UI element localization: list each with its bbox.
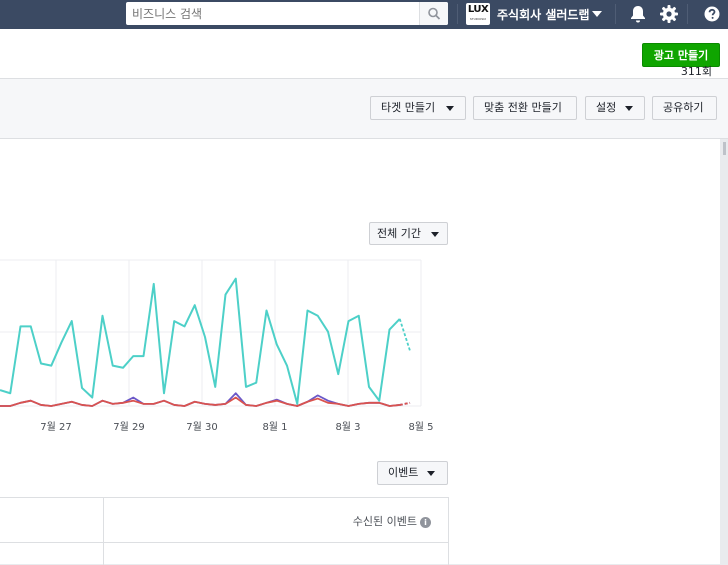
create-custom-conversion-label: 맞춤 전환 만들기 bbox=[484, 101, 562, 114]
create-target-button[interactable]: 타겟 만들기 bbox=[370, 96, 466, 120]
search-input[interactable] bbox=[126, 2, 422, 25]
chevron-down-icon bbox=[625, 106, 633, 111]
row-divider bbox=[0, 542, 448, 543]
share-button[interactable]: 공유하기 bbox=[652, 96, 717, 120]
share-label: 공유하기 bbox=[663, 101, 704, 114]
events-line-chart: 7월 27 7월 29 7월 30 8월 1 8월 3 8월 5 bbox=[0, 259, 434, 433]
bell-icon[interactable] bbox=[628, 4, 648, 24]
chevron-down-icon[interactable] bbox=[592, 11, 602, 17]
logo-subtext: STUDIOSIX bbox=[469, 17, 487, 21]
chevron-down-icon bbox=[431, 232, 439, 237]
settings-label: 설정 bbox=[596, 101, 617, 114]
chart-grid bbox=[0, 259, 422, 407]
create-target-label: 타겟 만들기 bbox=[381, 101, 436, 114]
series-forecast-line bbox=[399, 401, 411, 406]
business-name[interactable]: 주식회사 샐러드랩 bbox=[497, 6, 590, 23]
search-icon bbox=[428, 7, 441, 20]
divider bbox=[615, 4, 616, 24]
x-tick-label: 8월 3 bbox=[335, 421, 360, 433]
column-header-received-events[interactable]: 수신된 이벤트 i bbox=[353, 513, 431, 529]
gear-icon[interactable] bbox=[659, 4, 679, 24]
events-table: 수신된 이벤트 i bbox=[0, 497, 449, 565]
date-range-dropdown[interactable]: 전체 기간 bbox=[369, 222, 448, 245]
divider bbox=[457, 4, 458, 24]
business-search[interactable] bbox=[126, 2, 448, 25]
date-range-label: 전체 기간 bbox=[377, 227, 421, 240]
business-logo[interactable]: LUX STUDIOSIX bbox=[466, 3, 490, 25]
series-forecast-line bbox=[398, 318, 411, 352]
x-tick-label: 8월 5 bbox=[408, 421, 433, 433]
column-divider bbox=[103, 498, 104, 565]
logo-text: LUX bbox=[467, 4, 489, 15]
x-tick-label: 7월 27 bbox=[40, 421, 71, 433]
divider bbox=[687, 4, 688, 24]
x-tick-label: 7월 30 bbox=[186, 421, 217, 433]
help-icon[interactable] bbox=[704, 6, 720, 22]
chart-x-axis: 7월 27 7월 29 7월 30 8월 1 8월 3 8월 5 bbox=[40, 421, 433, 433]
table-cell-value: 311회 bbox=[680, 65, 712, 78]
x-tick-label: 8월 1 bbox=[262, 421, 287, 433]
chevron-down-icon bbox=[427, 471, 435, 476]
create-custom-conversion-button[interactable]: 맞춤 전환 만들기 bbox=[473, 96, 577, 120]
chevron-down-icon bbox=[446, 106, 454, 111]
info-icon[interactable]: i bbox=[420, 516, 431, 528]
column-header-label: 수신된 이벤트 bbox=[352, 515, 417, 528]
toolbar: 타겟 만들기 맞춤 전환 만들기 설정 공유하기 bbox=[0, 79, 728, 139]
search-button[interactable] bbox=[419, 2, 448, 25]
top-navigation-bar: LUX STUDIOSIX 주식회사 샐러드랩 bbox=[0, 0, 728, 29]
series-line bbox=[0, 277, 401, 405]
settings-button[interactable]: 설정 bbox=[585, 96, 645, 120]
page-header: 광고 만들기 bbox=[0, 29, 728, 79]
events-dropdown-label: 이벤트 bbox=[388, 466, 419, 479]
events-dropdown[interactable]: 이벤트 bbox=[377, 461, 448, 485]
x-tick-label: 7월 29 bbox=[113, 421, 144, 433]
series-line bbox=[0, 396, 400, 407]
scrollbar[interactable] bbox=[723, 142, 726, 155]
